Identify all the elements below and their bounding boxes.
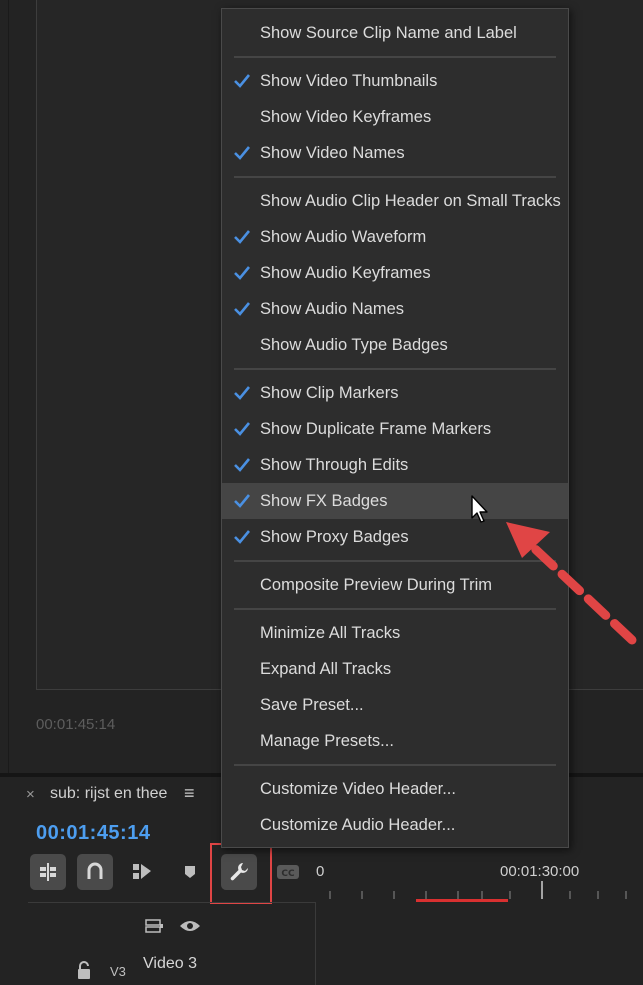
- menu-item-label: Show Source Clip Name and Label: [260, 23, 517, 42]
- menu-separator: [234, 368, 556, 370]
- checkmark-icon: [233, 144, 251, 162]
- captions-button[interactable]: CC: [270, 854, 306, 890]
- eye-icon[interactable]: [179, 919, 201, 933]
- marker-icon: [185, 866, 195, 878]
- checkmark-icon: [233, 492, 251, 510]
- menu-item-customize-video-header[interactable]: Customize Video Header...: [222, 771, 568, 807]
- ruler-timecode-label: 00:01:30:00: [500, 863, 580, 880]
- menu-item-show-video-names[interactable]: Show Video Names: [222, 135, 568, 171]
- time-ruler[interactable]: [308, 881, 643, 901]
- menu-item-label: Minimize All Tracks: [260, 623, 401, 642]
- menu-item-label: Show Through Edits: [260, 455, 409, 474]
- track-target-label[interactable]: V3: [110, 964, 126, 979]
- menu-item-customize-audio-header[interactable]: Customize Audio Header...: [222, 807, 568, 843]
- menu-item-label: Expand All Tracks: [260, 659, 392, 678]
- menu-item-label: Show Audio Keyframes: [260, 263, 431, 282]
- add-marker-button[interactable]: [172, 854, 208, 890]
- nest-icon: [40, 863, 56, 881]
- mouse-cursor-icon: [471, 495, 488, 523]
- menu-separator: [234, 764, 556, 766]
- menu-item-show-video-thumbnails[interactable]: Show Video Thumbnails: [222, 63, 568, 99]
- track-name-label: Video 3: [143, 955, 197, 972]
- menu-separator: [234, 176, 556, 178]
- checkmark-icon: [233, 384, 251, 402]
- menu-item-label: Save Preset...: [260, 695, 364, 714]
- checkmark-icon: [233, 456, 251, 474]
- checkmark-icon: [233, 528, 251, 546]
- svg-text:CC: CC: [281, 869, 295, 879]
- snap-button[interactable]: [77, 854, 113, 890]
- checkmark-icon: [233, 228, 251, 246]
- work-area-bar[interactable]: [416, 899, 508, 902]
- annotation-arrow-icon: [506, 522, 637, 645]
- insert-nest-toggle[interactable]: [30, 854, 66, 890]
- sequence-tab[interactable]: sub: rijst en thee: [50, 785, 167, 803]
- magnet-icon: [87, 862, 103, 879]
- menu-item-show-audio-clip-header[interactable]: Show Audio Clip Header on Small Tracks: [222, 183, 568, 219]
- menu-item-show-source-clip-name[interactable]: Show Source Clip Name and Label: [222, 15, 568, 51]
- menu-item-show-video-keyframes[interactable]: Show Video Keyframes: [222, 99, 568, 135]
- menu-item-label: Show Video Names: [260, 143, 405, 162]
- checkmark-icon: [233, 420, 251, 438]
- menu-item-label: Customize Video Header...: [260, 779, 456, 798]
- menu-item-label: Composite Preview During Trim: [260, 575, 492, 594]
- lock-icon[interactable]: [76, 960, 92, 980]
- menu-item-show-audio-waveform[interactable]: Show Audio Waveform: [222, 219, 568, 255]
- menu-item-label: Show Audio Waveform: [260, 227, 427, 246]
- menu-item-label: Show FX Badges: [260, 491, 388, 510]
- menu-item-label: Show Proxy Badges: [260, 527, 409, 546]
- menu-item-show-clip-markers[interactable]: Show Clip Markers: [222, 375, 568, 411]
- menu-item-label: Show Audio Clip Header on Small Tracks: [260, 191, 561, 210]
- cc-icon: CC: [277, 865, 299, 879]
- monitor-timecode: 00:01:45:14: [36, 716, 116, 733]
- menu-item-manage-presets[interactable]: Manage Presets...: [222, 723, 568, 759]
- checkmark-icon: [233, 72, 251, 90]
- menu-item-label: Show Audio Type Badges: [260, 335, 448, 354]
- ruler-start-label: 0: [316, 863, 325, 880]
- playhead-timecode[interactable]: 00:01:45:14: [36, 822, 150, 845]
- menu-item-save-preset[interactable]: Save Preset...: [222, 687, 568, 723]
- menu-item-show-audio-keyframes[interactable]: Show Audio Keyframes: [222, 255, 568, 291]
- sync-lock-icon[interactable]: [145, 918, 165, 934]
- menu-item-show-through-edits[interactable]: Show Through Edits: [222, 447, 568, 483]
- timeline-display-settings-menu: Show Source Clip Name and Label Show Vid…: [221, 8, 569, 848]
- menu-item-show-audio-type-badges[interactable]: Show Audio Type Badges: [222, 327, 568, 363]
- menu-separator: [234, 56, 556, 58]
- menu-item-show-audio-names[interactable]: Show Audio Names: [222, 291, 568, 327]
- menu-item-show-duplicate-frame-markers[interactable]: Show Duplicate Frame Markers: [222, 411, 568, 447]
- menu-item-label: Show Video Keyframes: [260, 107, 432, 126]
- linked-selection-button[interactable]: [124, 854, 160, 890]
- close-tab-button[interactable]: ×: [26, 786, 35, 803]
- panel-menu-icon[interactable]: ≡: [184, 783, 195, 804]
- checkmark-icon: [233, 264, 251, 282]
- menu-item-label: Show Clip Markers: [260, 383, 399, 402]
- menu-item-label: Show Duplicate Frame Markers: [260, 419, 492, 438]
- wrench-highlight-box: [210, 843, 272, 904]
- checkmark-icon: [233, 300, 251, 318]
- menu-item-label: Show Video Thumbnails: [260, 71, 438, 90]
- menu-item-label: Show Audio Names: [260, 299, 404, 318]
- menu-item-label: Customize Audio Header...: [260, 815, 456, 834]
- menu-item-label: Manage Presets...: [260, 731, 394, 750]
- linked-selection-icon: [133, 864, 151, 879]
